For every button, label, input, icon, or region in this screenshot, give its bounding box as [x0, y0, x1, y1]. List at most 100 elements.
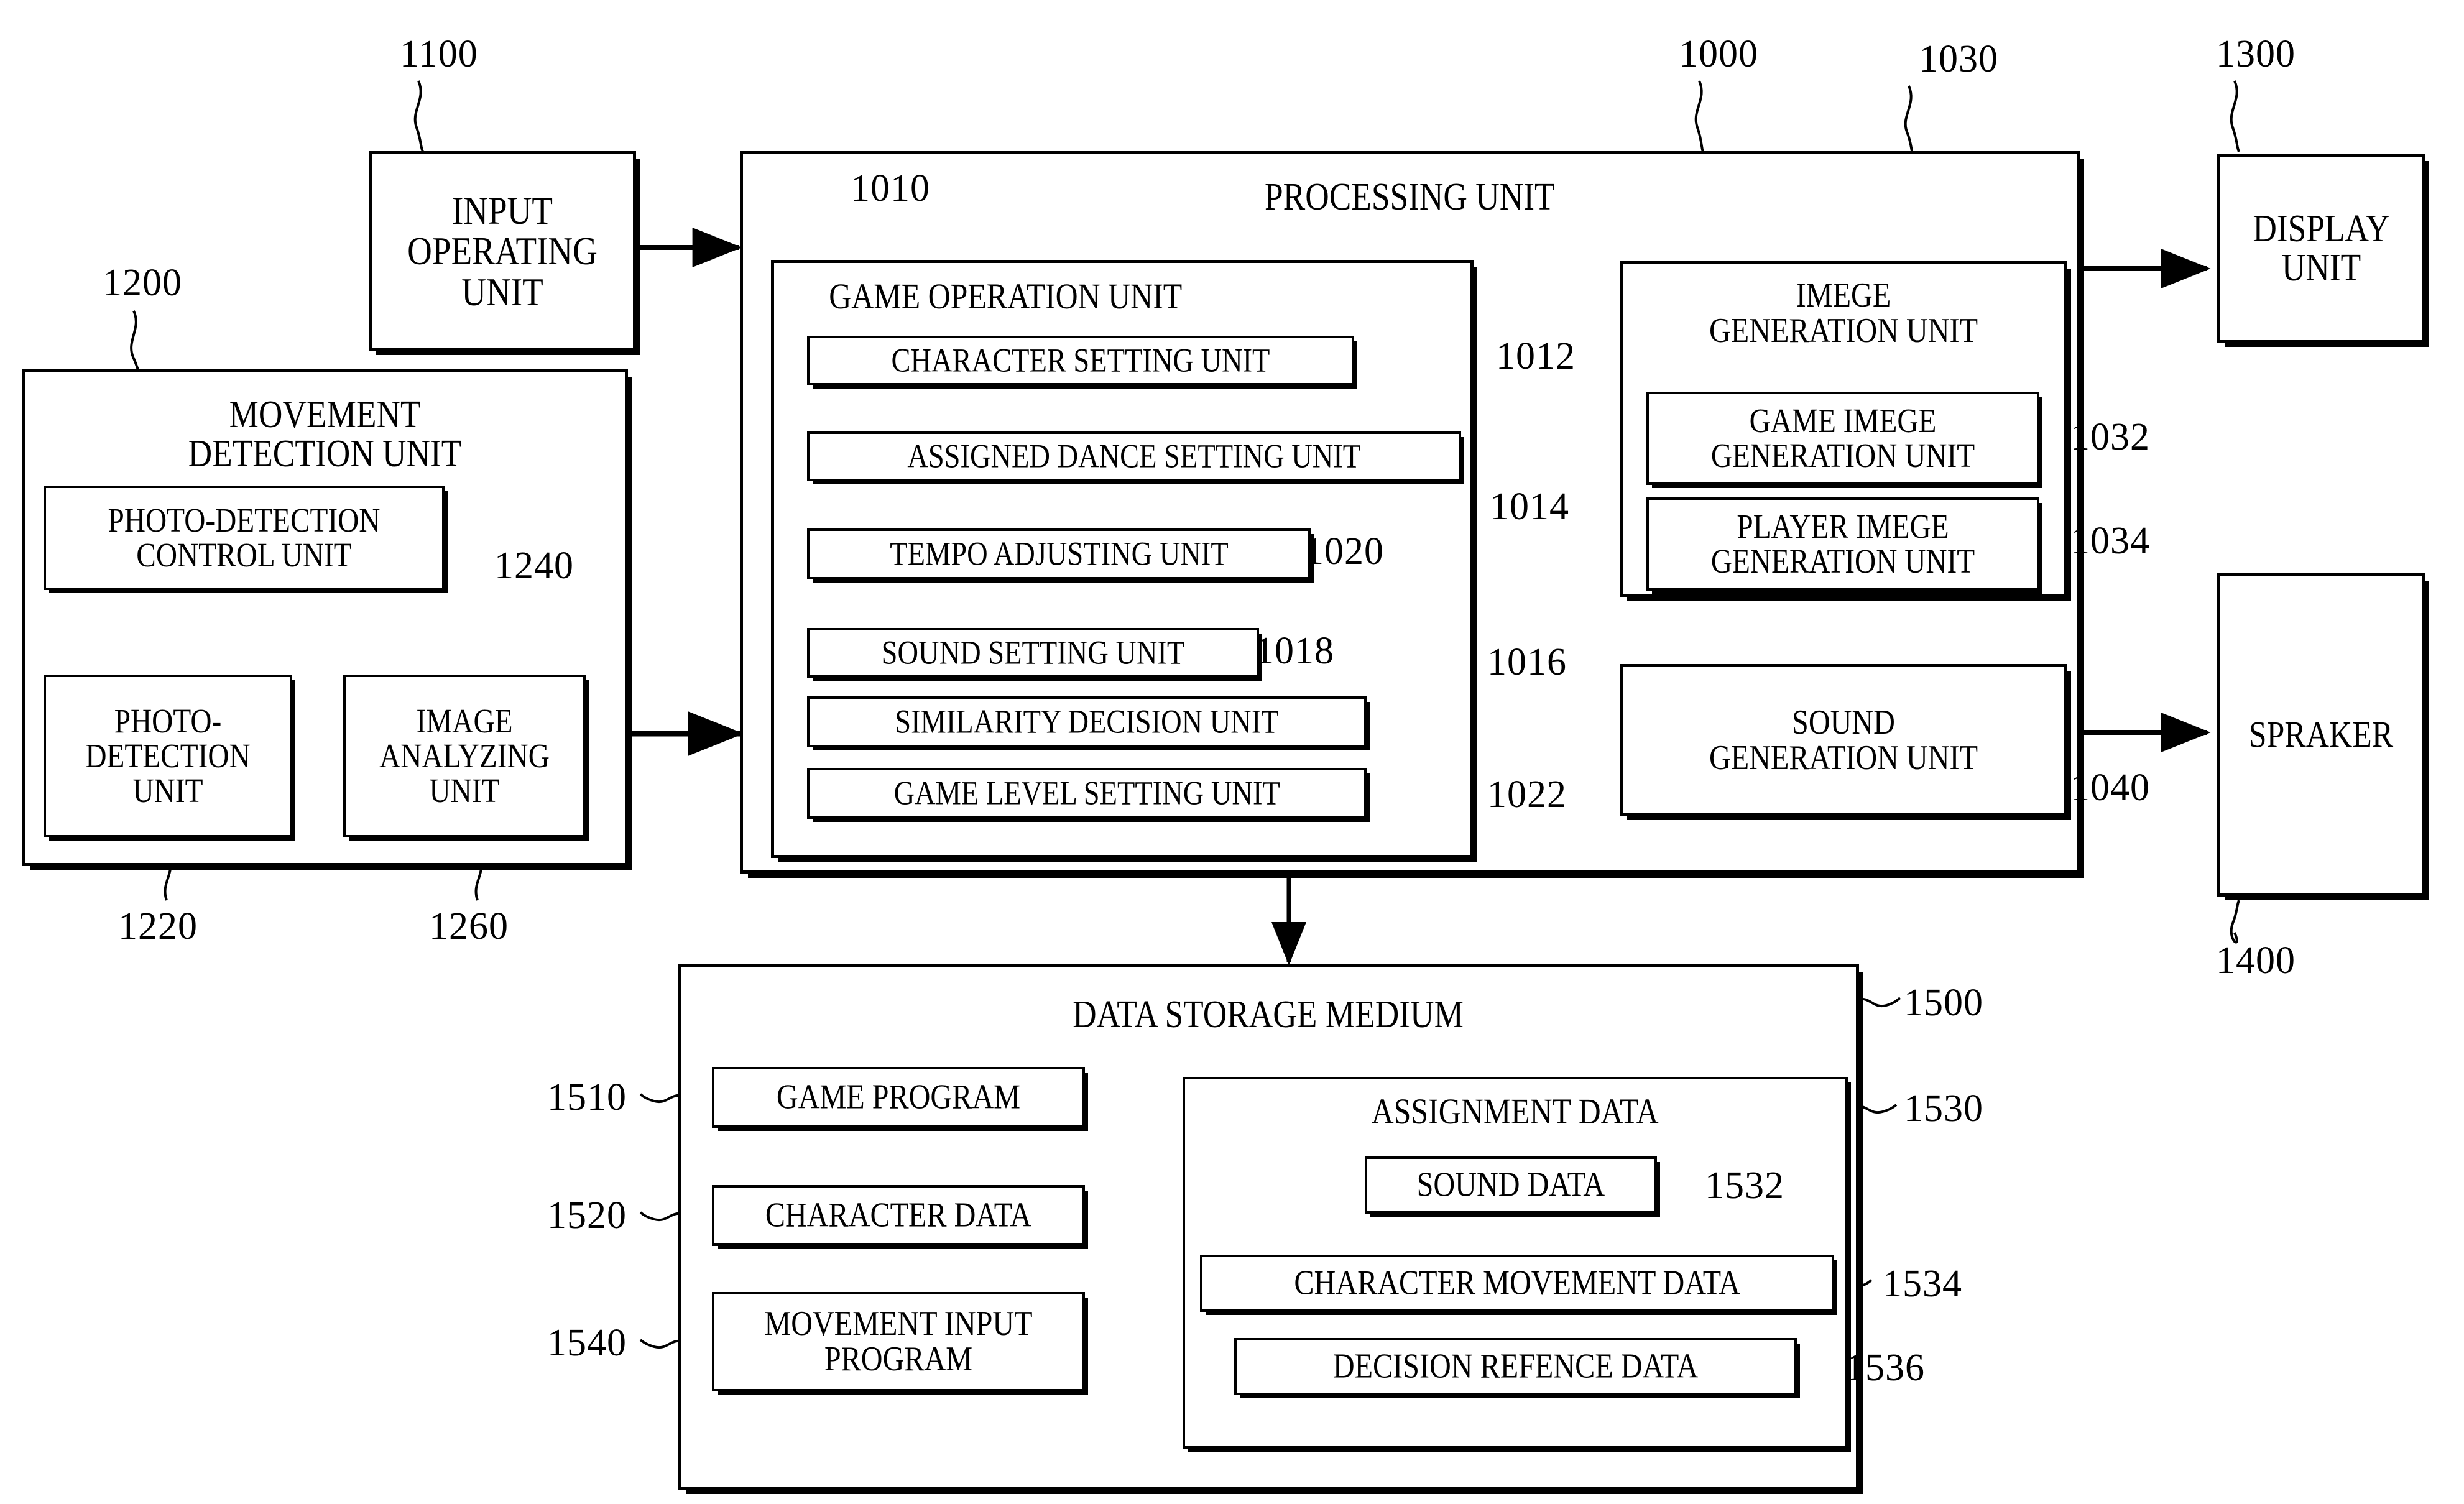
leader-1300 — [2230, 80, 2240, 152]
ref-1100: 1100 — [400, 33, 478, 75]
photo-detection-control-unit-box[interactable]: PHOTO-DETECTION CONTROL UNIT — [44, 486, 445, 590]
assignment-data-label: ASSIGNMENT DATA — [1185, 1093, 1845, 1130]
decision-reference-data-box[interactable]: DECISION REFENCE DATA — [1234, 1338, 1797, 1395]
input-operating-unit-line3: UNIT — [461, 269, 543, 314]
photo-detection-unit-box[interactable]: PHOTO- DETECTION UNIT — [44, 675, 292, 837]
game-image-generation-unit-line1: GAME IMEGE — [1749, 401, 1937, 440]
image-analyzing-unit-line1: IMAGE — [416, 701, 513, 740]
ref-1000: 1000 — [1679, 33, 1758, 75]
ref-1014: 1014 — [1490, 486, 1569, 528]
character-movement-data-text: CHARACTER MOVEMENT DATA — [1294, 1263, 1740, 1303]
movement-detection-unit-line2: DETECTION UNIT — [188, 433, 462, 476]
ref-1540: 1540 — [547, 1322, 627, 1364]
photo-detection-control-unit-line2: CONTROL UNIT — [136, 536, 352, 574]
data-storage-medium-label: DATA STORAGE MEDIUM — [681, 995, 1856, 1035]
game-program-text: GAME PROGRAM — [776, 1077, 1021, 1117]
game-operation-unit-title: GAME OPERATION UNIT — [829, 276, 1183, 316]
movement-detection-unit-label: MOVEMENT DETECTION UNIT — [25, 395, 625, 474]
sound-generation-unit-line2: GENERATION UNIT — [1709, 738, 1978, 777]
assigned-dance-setting-unit-label: ASSIGNED DANCE SETTING UNIT — [810, 439, 1459, 473]
sound-data-box[interactable]: SOUND DATA — [1365, 1156, 1657, 1214]
assignment-data-title: ASSIGNMENT DATA — [1371, 1091, 1659, 1132]
similarity-decision-unit-label: SIMILARITY DECISION UNIT — [810, 704, 1364, 739]
input-operating-unit-line2: OPERATING — [407, 229, 598, 274]
image-analyzing-unit-label: IMAGE ANALYZING UNIT — [346, 701, 583, 808]
ref-1030: 1030 — [1919, 38, 1998, 80]
player-image-generation-unit-line2: GENERATION UNIT — [1710, 542, 1975, 580]
character-data-box[interactable]: CHARACTER DATA — [712, 1185, 1085, 1246]
leader-1200 — [130, 310, 139, 370]
leader-1530 — [1852, 1104, 1898, 1114]
assigned-dance-setting-unit-box[interactable]: ASSIGNED DANCE SETTING UNIT — [807, 431, 1461, 481]
ref-1300: 1300 — [2216, 33, 2296, 75]
ref-1220: 1220 — [118, 905, 198, 948]
character-setting-unit-box[interactable]: CHARACTER SETTING UNIT — [807, 336, 1354, 385]
movement-input-program-label: MOVEMENT INPUT PROGRAM — [714, 1306, 1082, 1377]
ref-1022: 1022 — [1487, 773, 1567, 816]
game-image-generation-unit-label: GAME IMEGE GENERATION UNIT — [1649, 401, 2037, 473]
image-analyzing-unit-box[interactable]: IMAGE ANALYZING UNIT — [343, 675, 586, 837]
speaker-text: SPRAKER — [2249, 714, 2394, 755]
photo-detection-unit-line3: UNIT — [132, 772, 203, 810]
processing-unit-label: PROCESSING UNIT — [743, 177, 2077, 217]
input-operating-unit-label: INPUT OPERATING UNIT — [372, 190, 633, 312]
decision-reference-data-text: DECISION REFENCE DATA — [1332, 1347, 1699, 1386]
character-movement-data-box[interactable]: CHARACTER MOVEMENT DATA — [1200, 1255, 1834, 1312]
ref-1534: 1534 — [1883, 1263, 1962, 1305]
tempo-adjusting-unit-box[interactable]: TEMPO ADJUSTING UNIT — [807, 528, 1311, 579]
game-program-label: GAME PROGRAM — [714, 1079, 1082, 1115]
game-level-setting-unit-label: GAME LEVEL SETTING UNIT — [810, 776, 1364, 810]
decision-reference-data-label: DECISION REFENCE DATA — [1237, 1349, 1794, 1384]
image-generation-unit-line2: GENERATION UNIT — [1709, 311, 1978, 351]
input-operating-unit-line1: INPUT — [451, 188, 553, 233]
tempo-adjusting-unit-label: TEMPO ADJUSTING UNIT — [810, 537, 1308, 571]
speaker-label: SPRAKER — [2220, 716, 2422, 754]
ref-1500: 1500 — [1904, 982, 1983, 1024]
image-generation-unit-label: IMEGE GENERATION UNIT — [1623, 277, 2064, 351]
movement-input-program-box[interactable]: MOVEMENT INPUT PROGRAM — [712, 1292, 1085, 1391]
sound-generation-unit-box[interactable]: SOUND GENERATION UNIT — [1620, 664, 2067, 816]
input-operating-unit-box[interactable]: INPUT OPERATING UNIT — [369, 151, 636, 351]
character-setting-unit-text: CHARACTER SETTING UNIT — [891, 341, 1270, 379]
ref-1536: 1536 — [1845, 1347, 1925, 1389]
similarity-decision-unit-box[interactable]: SIMILARITY DECISION UNIT — [807, 696, 1367, 747]
ref-1520: 1520 — [547, 1194, 627, 1237]
image-analyzing-unit-line2: ANALYZING — [379, 736, 550, 775]
ref-1510: 1510 — [547, 1076, 627, 1119]
game-operation-unit-label: GAME OPERATION UNIT — [774, 278, 1470, 315]
sound-setting-unit-box[interactable]: SOUND SETTING UNIT — [807, 628, 1259, 678]
leader-1000 — [1694, 80, 1705, 155]
photo-detection-unit-line2: DETECTION — [85, 736, 251, 775]
display-unit-box[interactable]: DISPLAY UNIT — [2217, 154, 2425, 343]
character-data-text: CHARACTER DATA — [765, 1196, 1032, 1235]
ref-1260: 1260 — [429, 905, 509, 948]
leader-1030 — [1904, 85, 1914, 156]
game-image-generation-unit-box[interactable]: GAME IMEGE GENERATION UNIT — [1646, 392, 2039, 485]
ref-1020: 1020 — [1304, 530, 1384, 573]
sound-setting-unit-label: SOUND SETTING UNIT — [810, 635, 1257, 670]
ref-1240: 1240 — [494, 545, 574, 587]
game-level-setting-unit-box[interactable]: GAME LEVEL SETTING UNIT — [807, 768, 1367, 819]
ref-1040: 1040 — [2070, 767, 2150, 809]
sound-data-text: SOUND DATA — [1416, 1165, 1605, 1204]
photo-detection-unit-line1: PHOTO- — [114, 701, 222, 740]
movement-input-program-line2: PROGRAM — [824, 1340, 973, 1378]
character-setting-unit-label: CHARACTER SETTING UNIT — [810, 343, 1352, 377]
leader-1100 — [413, 80, 424, 152]
display-unit-label: DISPLAY UNIT — [2220, 209, 2422, 289]
photo-detection-control-unit-line1: PHOTO-DETECTION — [108, 501, 381, 539]
ref-1200: 1200 — [103, 262, 182, 304]
data-storage-medium-title: DATA STORAGE MEDIUM — [1073, 994, 1464, 1036]
game-program-box[interactable]: GAME PROGRAM — [712, 1067, 1085, 1128]
movement-input-program-line1: MOVEMENT INPUT — [764, 1304, 1033, 1343]
display-unit-line2: UNIT — [2281, 246, 2361, 289]
sound-generation-unit-line1: SOUND — [1792, 703, 1895, 742]
player-image-generation-unit-box[interactable]: PLAYER IMEGE GENERATION UNIT — [1646, 497, 2039, 591]
speaker-box[interactable]: SPRAKER — [2217, 573, 2425, 897]
player-image-generation-unit-label: PLAYER IMEGE GENERATION UNIT — [1649, 509, 2037, 579]
leader-1400 — [2230, 900, 2240, 944]
player-image-generation-unit-line1: PLAYER IMEGE — [1737, 507, 1949, 545]
character-movement-data-label: CHARACTER MOVEMENT DATA — [1202, 1265, 1832, 1301]
character-data-label: CHARACTER DATA — [714, 1197, 1082, 1233]
photo-detection-unit-label: PHOTO- DETECTION UNIT — [46, 701, 290, 810]
